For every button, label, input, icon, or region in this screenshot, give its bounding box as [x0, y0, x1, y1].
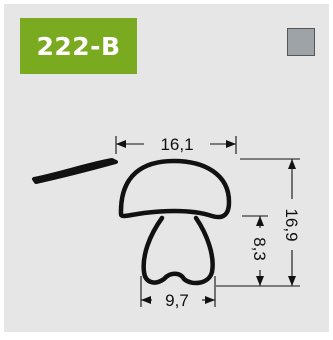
dim-total-height-arrow-bottom	[288, 276, 296, 286]
dim-total-height-label: 16,9	[282, 208, 301, 241]
seal-profile	[32, 158, 232, 286]
dim-stem-height-label: 8,3	[250, 237, 269, 261]
dim-stem-height-arrow-bottom	[256, 276, 264, 286]
profile-drawing: 16,1 16,9 8,3 9,7	[32, 135, 301, 310]
dim-bottom-width-arrow-right	[205, 296, 215, 304]
dim-total-height-arrow-top	[288, 159, 296, 169]
dim-top-width-arrow-right	[226, 140, 236, 148]
seal-head	[118, 158, 232, 220]
dim-top-width-arrow-left	[116, 140, 126, 148]
dim-stem-height-arrow-top	[256, 216, 264, 226]
dim-top-width-label: 16,1	[160, 135, 193, 154]
seal-lip	[32, 158, 118, 184]
dim-bottom-width-label: 9,7	[165, 291, 189, 310]
seal-stem	[141, 215, 215, 286]
dim-bottom-width-arrow-left	[141, 296, 151, 304]
product-card: 222-B 16,1 16,9 8,3 9,7	[4, 4, 329, 332]
